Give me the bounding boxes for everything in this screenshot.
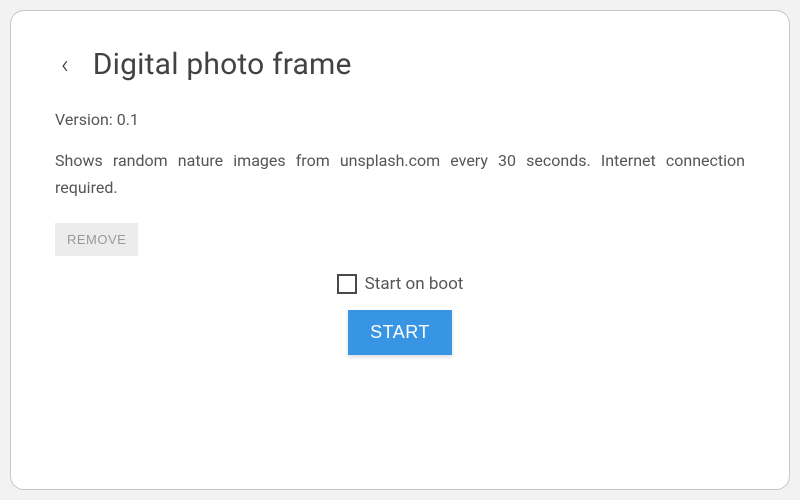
version-line: Version: 0.1 xyxy=(55,110,745,129)
version-label: Version: xyxy=(55,110,113,129)
version-value: 0.1 xyxy=(117,110,139,129)
start-button[interactable]: START xyxy=(348,310,452,355)
start-on-boot-checkbox[interactable] xyxy=(337,274,357,294)
description-text: Shows random nature images from unsplash… xyxy=(55,147,745,201)
start-on-boot-row: Start on boot xyxy=(55,274,745,294)
page-title: Digital photo frame xyxy=(93,47,352,82)
settings-card: ‹ Digital photo frame Version: 0.1 Shows… xyxy=(10,10,790,490)
start-row: START xyxy=(55,310,745,355)
remove-button[interactable]: REMOVE xyxy=(55,223,138,256)
back-chevron-icon[interactable]: ‹ xyxy=(55,50,75,80)
start-on-boot-label: Start on boot xyxy=(365,274,464,294)
header-row: ‹ Digital photo frame xyxy=(55,47,745,82)
